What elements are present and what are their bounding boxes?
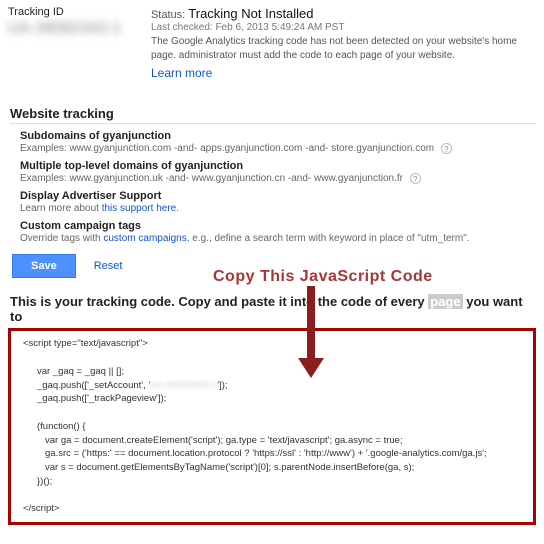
campaign-desc-pre: Override tags with <box>20 233 103 244</box>
code-line: var ga = document.createElement('script'… <box>23 434 525 448</box>
campaign-desc: Override tags with custom campaigns, e.g… <box>20 233 536 244</box>
tracking-id-block: Tracking ID UA-38082343-1 <box>8 6 121 80</box>
advertiser-group: Display Advertiser Support Learn more ab… <box>20 190 536 214</box>
code-heading-highlight: page <box>428 294 462 309</box>
subdomains-group: Subdomains of gyanjunction Examples: www… <box>20 130 536 154</box>
campaign-desc-post: , e.g., define a search term with keywor… <box>187 233 470 244</box>
custom-campaigns-link[interactable]: custom campaigns <box>103 233 186 244</box>
code-line: ga.src = ('https:' == document.location.… <box>23 447 525 461</box>
save-button[interactable]: Save <box>12 254 76 278</box>
tracking-code-box[interactable]: <script type="text/javascript"> var _gaq… <box>8 328 536 525</box>
annotation-text: Copy This JavaScript Code <box>213 268 433 286</box>
help-icon[interactable]: ? <box>410 173 421 184</box>
tracking-id-label: Tracking ID <box>8 6 121 18</box>
status-block: Status: Tracking Not Installed Last chec… <box>151 6 521 80</box>
code-line-part: ']); <box>217 380 227 391</box>
advertiser-desc: Learn more about this support here. <box>20 203 536 214</box>
tlds-group: Multiple top-level domains of gyanjuncti… <box>20 160 536 184</box>
subdomains-title: Subdomains of gyanjunction <box>20 130 536 142</box>
code-heading-pre: This is your tracking code. Copy and pas… <box>10 294 428 309</box>
header-row: Tracking ID UA-38082343-1 Status: Tracki… <box>8 6 536 80</box>
advertiser-support-link[interactable]: this support here <box>102 203 177 214</box>
code-line: var s = document.getElementsByTagName('s… <box>23 461 525 475</box>
campaign-title: Custom campaign tags <box>20 220 536 232</box>
annotation-wrap: Copy This JavaScript Code <script type="… <box>8 328 536 525</box>
last-checked: Last checked: Feb 6, 2013 5:49:24 AM PST <box>151 22 521 33</box>
subdomains-desc: Examples: www.gyanjunction.com -and- app… <box>20 143 536 154</box>
advertiser-title: Display Advertiser Support <box>20 190 536 202</box>
tlds-title: Multiple top-level domains of gyanjuncti… <box>20 160 536 172</box>
code-line-part: _gaq.push(['_setAccount', ' <box>37 380 150 391</box>
subdomains-examples: Examples: www.gyanjunction.com -and- app… <box>20 143 434 154</box>
code-line: })(); <box>23 475 525 489</box>
learn-more-link[interactable]: Learn more <box>151 66 212 80</box>
tracking-code-heading: This is your tracking code. Copy and pas… <box>10 294 536 324</box>
code-line: </script> <box>23 502 525 516</box>
status-description: The Google Analytics tracking code has n… <box>151 35 521 62</box>
status-value: Tracking Not Installed <box>188 6 313 21</box>
code-line: <script type="text/javascript"> <box>23 337 525 351</box>
code-line: var _gaq = _gaq || []; <box>23 365 525 379</box>
account-id-blurred: UA-00000000-0 <box>150 380 217 391</box>
help-icon[interactable]: ? <box>441 143 452 154</box>
tlds-examples: Examples: www.gyanjunction.uk -and- www.… <box>20 173 403 184</box>
arrow-icon <box>296 286 326 378</box>
tracking-id-value: UA-38082343-1 <box>8 20 121 38</box>
code-line: _gaq.push(['_setAccount', 'UA-00000000-0… <box>23 379 525 393</box>
tlds-desc: Examples: www.gyanjunction.uk -and- www.… <box>20 173 536 184</box>
code-line: _gaq.push(['_trackPageview']); <box>23 392 525 406</box>
campaign-group: Custom campaign tags Override tags with … <box>20 220 536 244</box>
advertiser-desc-pre: Learn more about <box>20 203 102 214</box>
reset-link[interactable]: Reset <box>94 260 123 272</box>
code-line: (function() { <box>23 420 525 434</box>
website-tracking-title: Website tracking <box>10 106 536 124</box>
status-label: Status: <box>151 9 185 21</box>
